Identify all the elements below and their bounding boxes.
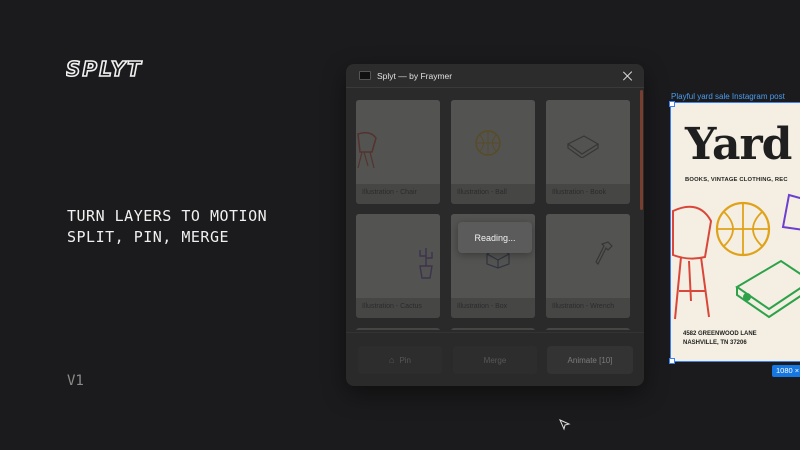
poster-address-line-1: 4582 GREENWOOD LANE <box>683 331 757 337</box>
version-label: V1 <box>67 373 84 389</box>
mouse-cursor-icon <box>559 419 571 431</box>
poster-address-line-2: NASHVILLE, TN 37206 <box>683 340 747 346</box>
tagline-line-2: SPLIT, PIN, MERGE <box>67 228 230 246</box>
plugin-titlebar: Splyt — by Fraymer <box>346 64 644 88</box>
tagline: TURN LAYERS TO MOTION SPLIT, PIN, MERGE <box>67 206 267 248</box>
poster-illustrations <box>672 193 800 320</box>
resize-handle[interactable] <box>669 101 675 107</box>
loading-text: Reading... <box>474 232 516 243</box>
plugin-window: Splyt — by Fraymer Illustration - Chair … <box>346 64 644 386</box>
plugin-title: Splyt — by Fraymer <box>377 70 453 81</box>
svg-text:SPLYT: SPLYT <box>66 58 143 81</box>
frame-size-tag: 1080 × <box>772 365 800 377</box>
poster-headline: Yard <box>685 119 792 170</box>
yard-sale-frame[interactable]: Yard BOOKS, VINTAGE CLOTHING, REC 4582 G… <box>670 102 800 362</box>
app-icon <box>359 71 371 80</box>
tagline-line-1: TURN LAYERS TO MOTION <box>67 207 268 225</box>
poster-subline: BOOKS, VINTAGE CLOTHING, REC <box>685 177 788 183</box>
splyt-logo: SPLYT <box>66 58 143 82</box>
frame-name-label[interactable]: Playful yard sale Instagram post <box>671 92 785 101</box>
close-icon[interactable] <box>622 70 634 82</box>
loading-toast: Reading... <box>458 222 532 253</box>
poster-gem <box>781 193 800 231</box>
resize-handle[interactable] <box>669 358 675 364</box>
poster-chair <box>672 205 713 260</box>
poster-address: 4582 GREENWOOD LANE NASHVILLE, TN 37206 <box>683 330 757 348</box>
